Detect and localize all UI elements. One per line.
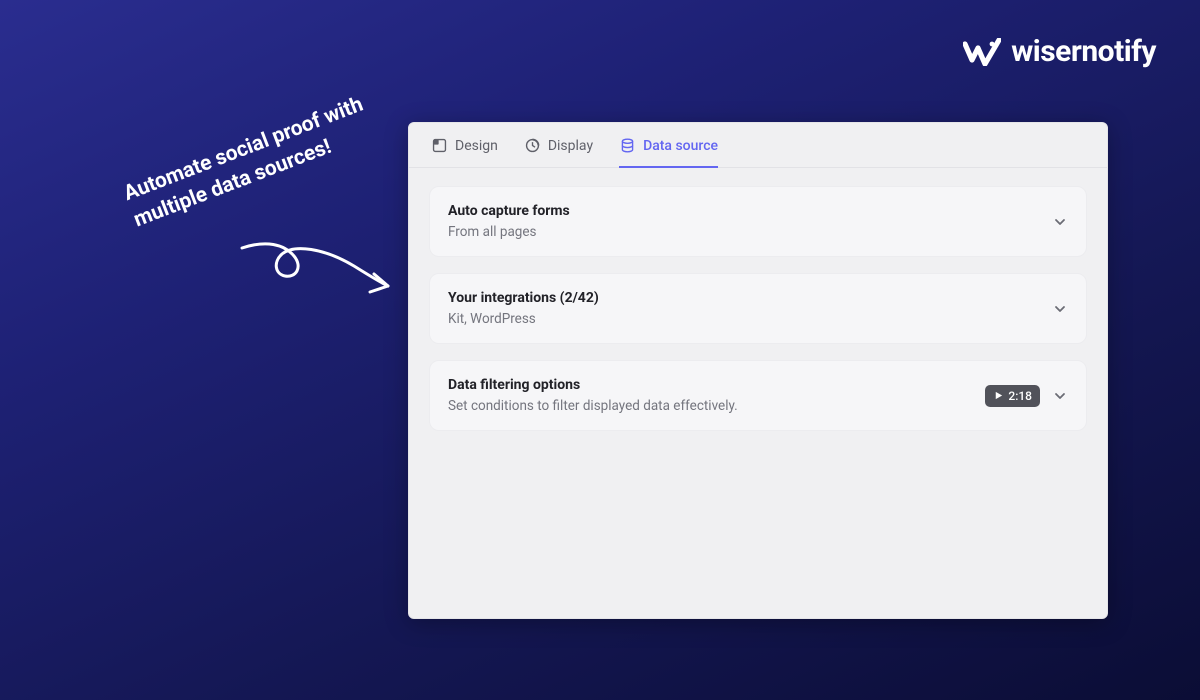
video-duration: 2:18 [1008, 389, 1032, 403]
section-actions: 2:18 [985, 385, 1068, 407]
tab-bar: Design Display Data source [409, 123, 1107, 168]
database-icon [619, 137, 636, 154]
chevron-down-icon [1052, 388, 1068, 404]
tab-label: Design [455, 138, 498, 154]
section-text: Data filtering options Set conditions to… [448, 377, 738, 414]
section-your-integrations[interactable]: Your integrations (2/42) Kit, WordPress [429, 273, 1087, 344]
tab-label: Data source [643, 138, 718, 154]
sections-container: Auto capture forms From all pages Your i… [409, 168, 1107, 449]
video-duration-badge[interactable]: 2:18 [985, 385, 1040, 407]
tab-label: Display [548, 138, 593, 154]
section-data-filtering[interactable]: Data filtering options Set conditions to… [429, 360, 1087, 431]
promo-headline: Automate social proof with multiple data… [120, 91, 378, 235]
section-subtitle: Kit, WordPress [448, 311, 599, 327]
section-subtitle: From all pages [448, 224, 570, 240]
arrow-icon [236, 222, 406, 312]
chevron-down-icon [1052, 214, 1068, 230]
tab-design[interactable]: Design [431, 137, 498, 167]
section-actions [1052, 301, 1068, 317]
brand-name: wisernotify [1011, 34, 1156, 69]
section-subtitle: Set conditions to filter displayed data … [448, 398, 738, 414]
section-title: Auto capture forms [448, 203, 570, 219]
section-auto-capture-forms[interactable]: Auto capture forms From all pages [429, 186, 1087, 257]
section-actions [1052, 214, 1068, 230]
settings-panel: Design Display Data source [408, 122, 1108, 619]
brand-logo: wisernotify [963, 34, 1156, 69]
design-icon [431, 137, 448, 154]
tab-data-source[interactable]: Data source [619, 137, 718, 167]
brand-mark-icon [963, 38, 1001, 66]
section-text: Your integrations (2/42) Kit, WordPress [448, 290, 599, 327]
section-title: Your integrations (2/42) [448, 290, 599, 306]
tab-display[interactable]: Display [524, 137, 593, 167]
section-title: Data filtering options [448, 377, 738, 393]
section-text: Auto capture forms From all pages [448, 203, 570, 240]
chevron-down-icon [1052, 301, 1068, 317]
display-icon [524, 137, 541, 154]
play-icon [993, 390, 1004, 401]
